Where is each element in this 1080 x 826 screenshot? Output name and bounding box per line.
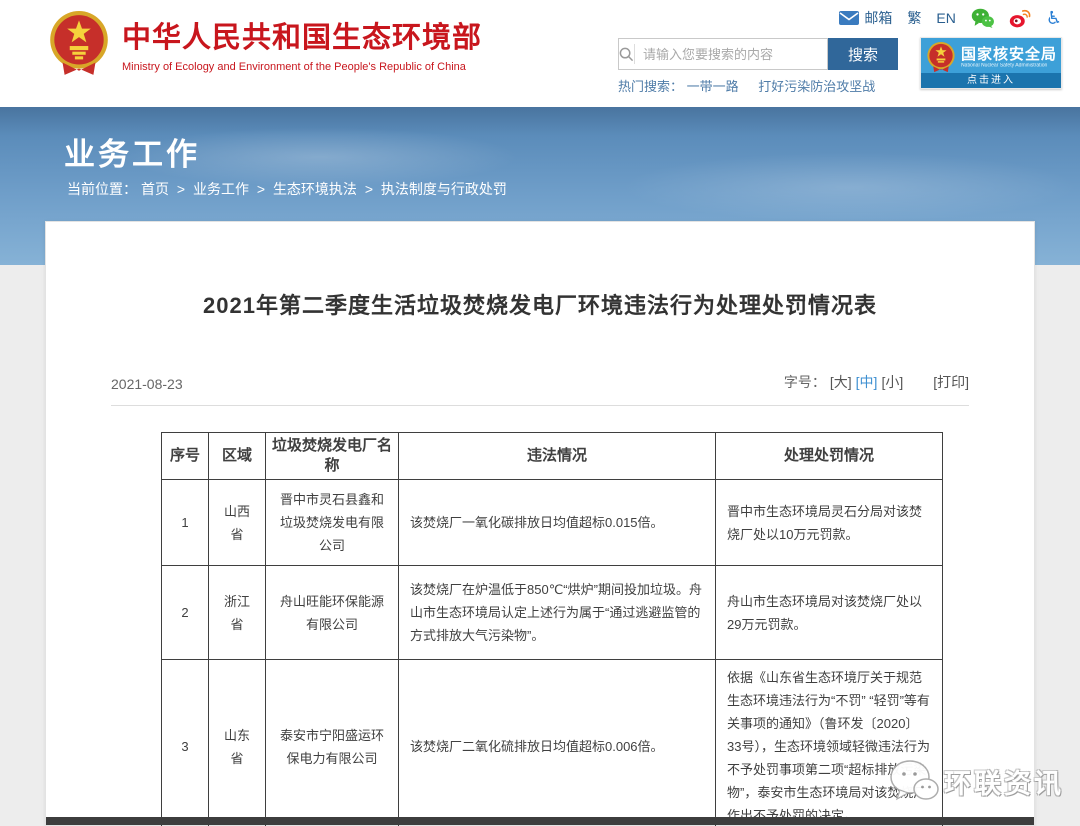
cell-index: 2 — [162, 566, 209, 660]
font-size-controls: 字号： [大] [中] [小] [打印] — [784, 372, 969, 392]
breadcrumb-business[interactable]: 业务工作 — [193, 181, 249, 197]
cell-region: 山东省 — [209, 660, 266, 826]
article-title: 2021年第二季度生活垃圾焚烧发电厂环境违法行为处理处罚情况表 — [46, 222, 1034, 320]
search-button[interactable]: 搜索 — [828, 38, 898, 70]
col-header-violation: 违法情况 — [399, 433, 716, 480]
footer-strip — [46, 817, 1034, 825]
section-title: 业务工作 — [64, 129, 200, 174]
article-meta-row: 2021-08-23 字号： [大] [中] [小] [打印] — [46, 372, 1034, 392]
breadcrumb-enforcement[interactable]: 生态环境执法 — [273, 181, 357, 197]
font-size-label: 字号： — [784, 372, 826, 392]
breadcrumb-sep: > — [365, 181, 373, 197]
breadcrumb-penalty[interactable]: 执法制度与行政处罚 — [381, 181, 507, 197]
weibo-icon — [1009, 9, 1031, 28]
meta-divider — [111, 405, 969, 406]
accessibility-link[interactable]: ♿ — [1046, 9, 1062, 27]
search-area: 搜索 — [618, 38, 898, 70]
envelope-icon — [839, 11, 859, 25]
cell-violation: 该焚烧厂一氧化碳排放日均值超标0.015倍。 — [399, 480, 716, 566]
national-emblem-icon — [48, 9, 110, 81]
col-header-plant: 垃圾焚烧发电厂名称 — [266, 433, 399, 480]
nuclear-badge-top: 国家核安全局 National Nuclear Safety Administr… — [921, 38, 1061, 75]
nuclear-badge-title: 国家核安全局 — [961, 47, 1057, 64]
cell-penalty: 晋中市生态环境局灵石分局对该焚烧厂处以10万元罚款。 — [716, 480, 943, 566]
mail-link[interactable]: 邮箱 — [839, 8, 892, 28]
cell-region: 山西省 — [209, 480, 266, 566]
hot-search-label: 热门搜索： — [618, 79, 683, 94]
table-header-row: 序号 区域 垃圾焚烧发电厂名称 违法情况 处理处罚情况 — [162, 433, 943, 480]
breadcrumb: 当前位置：首页 > 业务工作 > 生态环境执法 > 执法制度与行政处罚 — [65, 179, 509, 199]
cell-violation: 该焚烧厂在炉温低于850℃“烘炉”期间投加垃圾。舟山市生态环境局认定上述行为属于… — [399, 566, 716, 660]
cell-index: 3 — [162, 660, 209, 826]
accessibility-icon: ♿ — [1046, 9, 1062, 27]
cell-region: 浙江省 — [209, 566, 266, 660]
site-title: 中华人民共和国生态环境部 — [122, 23, 482, 55]
nuclear-badge-enter-button[interactable]: 点击进入 — [921, 73, 1061, 88]
cell-plant: 舟山旺能环保能源有限公司 — [266, 566, 399, 660]
font-size-medium-button[interactable]: [中] — [856, 372, 878, 392]
hot-search-link-pollution[interactable]: 打好污染防治攻坚战 — [758, 79, 875, 94]
weibo-link[interactable] — [1009, 9, 1031, 28]
nuclear-badge-emblem-icon — [926, 41, 956, 75]
nuclear-badge-text: 国家核安全局 National Nuclear Safety Administr… — [961, 47, 1057, 70]
article-date: 2021-08-23 — [111, 376, 183, 392]
penalty-table: 序号 区域 垃圾焚烧发电厂名称 违法情况 处理处罚情况 1 山西省 晋中市灵石县… — [161, 432, 943, 826]
breadcrumb-home[interactable]: 首页 — [141, 181, 169, 197]
table-row: 3 山东省 泰安市宁阳盛运环保电力有限公司 该焚烧厂二氧化硫排放日均值超标0.0… — [162, 660, 943, 826]
site-subtitle: Ministry of Ecology and Environment of t… — [122, 61, 482, 73]
traditional-chinese-link[interactable]: 繁 — [907, 8, 921, 28]
cell-violation: 该焚烧厂二氧化硫排放日均值超标0.006倍。 — [399, 660, 716, 826]
brand-text: 中华人民共和国生态环境部 Ministry of Ecology and Env… — [122, 9, 482, 73]
breadcrumb-sep: > — [257, 181, 265, 197]
traditional-label: 繁 — [907, 8, 921, 28]
english-link[interactable]: EN — [936, 10, 955, 26]
page-root: 中华人民共和国生态环境部 Ministry of Ecology and Env… — [0, 0, 1080, 826]
print-button[interactable]: [打印] — [933, 372, 969, 392]
col-header-penalty: 处理处罚情况 — [716, 433, 943, 480]
mail-label: 邮箱 — [864, 8, 892, 28]
search-input[interactable] — [635, 47, 827, 62]
cell-index: 1 — [162, 480, 209, 566]
font-size-small-button[interactable]: [小] — [881, 372, 903, 392]
english-label: EN — [936, 10, 955, 26]
nuclear-safety-badge[interactable]: 国家核安全局 National Nuclear Safety Administr… — [920, 37, 1062, 89]
nuclear-badge-subtitle: National Nuclear Safety Administration — [961, 63, 1049, 69]
site-header: 中华人民共和国生态环境部 Ministry of Ecology and Env… — [0, 0, 1080, 107]
article-card: 2021年第二季度生活垃圾焚烧发电厂环境违法行为处理处罚情况表 2021-08-… — [45, 221, 1035, 826]
breadcrumb-sep: > — [177, 181, 185, 197]
font-size-large-button[interactable]: [大] — [830, 372, 852, 392]
hot-search-link-belt-road[interactable]: 一带一路 — [687, 79, 739, 94]
cell-plant: 晋中市灵石县鑫和垃圾焚烧发电有限公司 — [266, 480, 399, 566]
table-row: 2 浙江省 舟山旺能环保能源有限公司 该焚烧厂在炉温低于850℃“烘炉”期间投加… — [162, 566, 943, 660]
cell-penalty: 依据《山东省生态环境厅关于规范生态环境违法行为“不罚” “轻罚”等有关事项的通知… — [716, 660, 943, 826]
search-icon — [619, 44, 635, 64]
hot-search-row: 热门搜索： 一带一路 打好污染防治攻坚战 — [618, 76, 891, 95]
breadcrumb-label: 当前位置： — [67, 181, 137, 197]
cell-penalty: 舟山市生态环境局对该焚烧厂处以29万元罚款。 — [716, 566, 943, 660]
col-header-region: 区域 — [209, 433, 266, 480]
wechat-link[interactable] — [971, 8, 994, 28]
wechat-icon — [971, 8, 994, 28]
utility-bar: 邮箱 繁 EN — [839, 8, 1062, 28]
table-row: 1 山西省 晋中市灵石县鑫和垃圾焚烧发电有限公司 该焚烧厂一氧化碳排放日均值超标… — [162, 480, 943, 566]
col-header-index: 序号 — [162, 433, 209, 480]
search-box — [618, 38, 828, 70]
site-brand[interactable]: 中华人民共和国生态环境部 Ministry of Ecology and Env… — [48, 9, 482, 81]
cell-plant: 泰安市宁阳盛运环保电力有限公司 — [266, 660, 399, 826]
